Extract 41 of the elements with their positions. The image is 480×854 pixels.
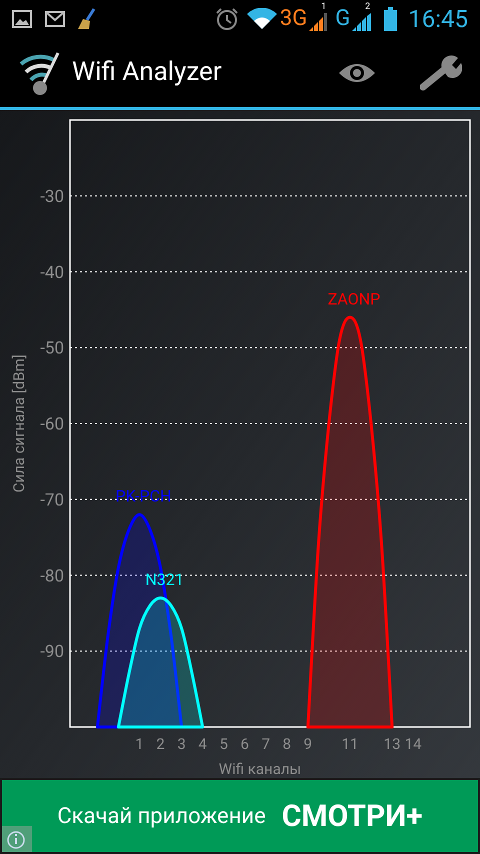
x-tick-label: 5 — [219, 735, 228, 753]
brand-name: СМОТРИ+ — [282, 798, 423, 836]
x-tick-label: 3 — [177, 735, 186, 753]
mail-icon — [45, 11, 65, 27]
x-tick-label: 11 — [342, 735, 358, 753]
y-tick-label: -70 — [40, 490, 64, 510]
signal-icon — [309, 13, 328, 31]
ad-text: Скачай приложение — [57, 802, 266, 830]
wrench-icon[interactable] — [420, 54, 462, 90]
alarm-clock-icon — [214, 7, 239, 31]
y-tick-label: -30 — [40, 186, 64, 207]
x-tick-label: 2 — [156, 735, 165, 753]
battery-icon — [384, 7, 398, 31]
y-tick-label: -90 — [40, 642, 64, 662]
x-tick-label: 1 — [135, 735, 144, 753]
y-tick-label: -60 — [40, 414, 64, 434]
network-name: PK-PCH — [115, 486, 172, 506]
broom-icon — [77, 8, 97, 30]
sim-number: 2 — [365, 3, 370, 12]
ad-banner[interactable]: Скачай приложение СМОТРИ+ — [0, 778, 480, 854]
y-tick-label: -50 — [40, 338, 64, 359]
app-title: Wifi Analyzer — [72, 56, 222, 89]
sim-number: 1 — [321, 3, 326, 12]
network-name: ZAONP — [328, 289, 380, 308]
clock-time: 16:45 — [408, 7, 468, 31]
x-tick-label: 7 — [262, 735, 270, 753]
network-type: G — [335, 8, 350, 30]
wifi-icon — [246, 8, 277, 30]
y-axis-label: Сила сигнала [dBm] — [10, 354, 28, 493]
x-tick-label: 4 — [198, 735, 207, 753]
y-tick-label: -80 — [40, 566, 64, 586]
x-tick-label: 9 — [304, 735, 312, 753]
x-tick-label: 13 — [384, 735, 401, 753]
x-tick-label: 14 — [404, 735, 422, 753]
network-type: 3G — [280, 8, 308, 30]
x-tick-label: 6 — [240, 735, 249, 753]
picture-icon — [12, 10, 32, 28]
signal-icon — [352, 13, 372, 31]
x-tick-label: 8 — [282, 735, 292, 753]
y-tick-label: -40 — [40, 262, 64, 283]
x-axis-label: Wifi каналы — [218, 760, 302, 778]
